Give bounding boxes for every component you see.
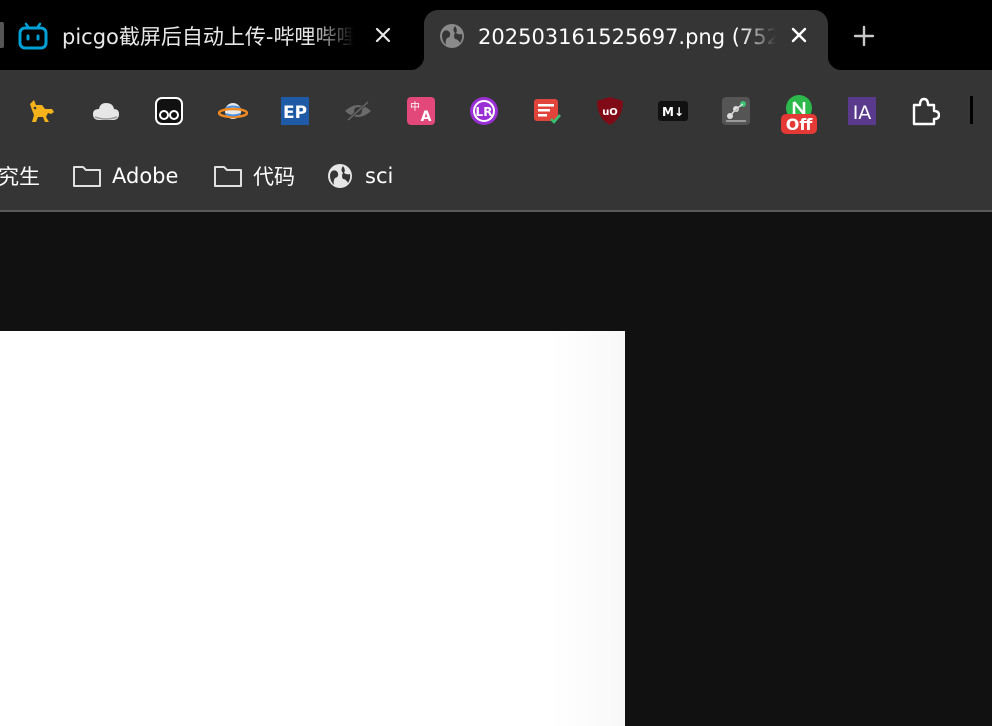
translate-icon[interactable]: 中 A — [404, 94, 438, 128]
folder-icon — [213, 161, 243, 191]
bookmark-label: 究生 — [0, 165, 40, 189]
lr-icon[interactable]: LR — [467, 94, 501, 128]
bookmark-label: 代码 — [253, 165, 295, 189]
tab-image-png[interactable]: 202503161525697.png (752× — [410, 10, 842, 70]
displayed-image[interactable] — [0, 331, 625, 726]
tab-picgo-bilibili[interactable]: picgo截屏后自动上传-哔哩哔哩 — [0, 10, 420, 70]
svg-text:uO: uO — [602, 107, 618, 118]
gear-off-icon[interactable]: Off — [780, 92, 818, 136]
ublock-shield-icon[interactable]: uO — [593, 94, 627, 128]
planet-icon[interactable] — [216, 94, 250, 128]
bookmark-sci[interactable]: sci — [325, 158, 393, 194]
close-tab-button[interactable] — [786, 22, 812, 48]
page-viewport[interactable] — [0, 212, 992, 726]
mask-face-icon[interactable] — [152, 94, 186, 128]
svg-text:EP: EP — [283, 103, 307, 123]
close-icon — [375, 27, 391, 43]
toolbar: EP 中 A LR uO M↓ Off IA 究生 Adobe 代码 sci — [0, 70, 992, 212]
svg-text:M↓: M↓ — [662, 105, 684, 119]
new-tab-button[interactable] — [848, 20, 880, 52]
bookmark-label: Adobe — [112, 164, 179, 188]
svg-text:IA: IA — [853, 102, 872, 124]
notes-check-icon[interactable] — [530, 94, 564, 128]
svg-text:LR: LR — [476, 105, 493, 119]
svg-text:中: 中 — [410, 100, 420, 113]
bookmarks-bar: 究生 Adobe 代码 sci — [0, 158, 992, 194]
puzzle-piece-icon[interactable] — [908, 94, 942, 128]
eye-slash-icon[interactable] — [341, 94, 375, 128]
globe-icon — [325, 161, 355, 191]
bilibili-icon — [18, 22, 48, 50]
markdown-icon[interactable]: M↓ — [656, 94, 690, 128]
bookmark-yanjiusheng[interactable]: 究生 — [0, 158, 40, 194]
graph-check-icon[interactable] — [719, 94, 753, 128]
cloud-icon[interactable] — [89, 94, 123, 128]
tampermonkey-cat-icon[interactable] — [25, 94, 59, 128]
tab-strip: picgo截屏后自动上传-哔哩哔哩 202503161525697.png (7… — [0, 0, 992, 70]
plus-icon — [853, 25, 875, 47]
tab-title: picgo截屏后自动上传-哔哩哔哩 — [62, 25, 354, 49]
svg-text:A: A — [421, 109, 432, 125]
ia-icon[interactable]: IA — [845, 94, 879, 128]
svg-text:Off: Off — [786, 115, 814, 134]
close-icon — [791, 27, 807, 43]
tab-title: 202503161525697.png (752× — [478, 25, 776, 49]
folder-icon — [72, 161, 102, 191]
bookmark-label: sci — [365, 164, 394, 188]
close-tab-button[interactable] — [370, 22, 396, 48]
toolbar-divider — [970, 96, 973, 124]
bookmark-folder-daima[interactable]: 代码 — [213, 158, 295, 194]
bookmark-folder-adobe[interactable]: Adobe — [72, 158, 178, 194]
ep-icon[interactable]: EP — [278, 94, 312, 128]
globe-icon — [438, 22, 468, 50]
